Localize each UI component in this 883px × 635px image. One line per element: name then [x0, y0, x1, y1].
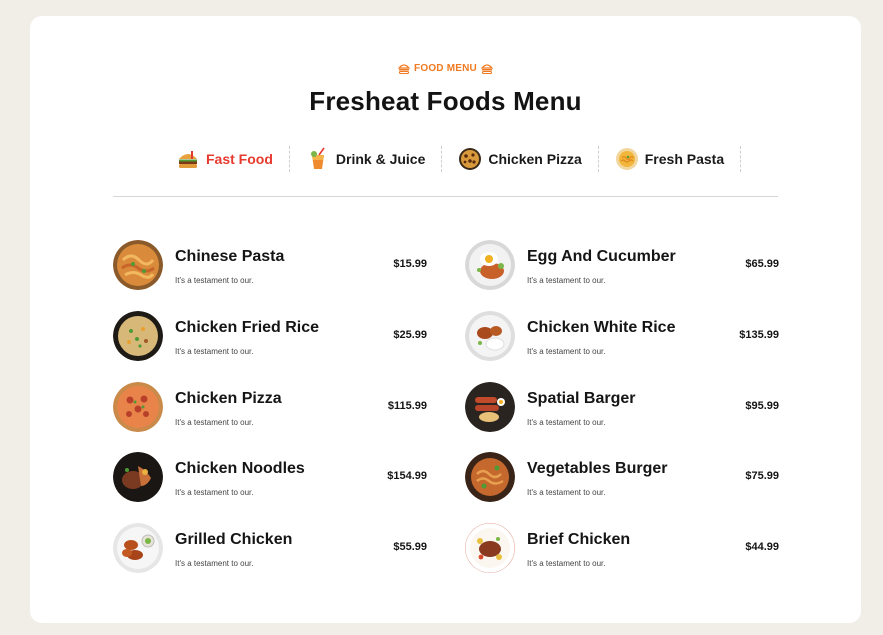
dish-description: It's a testament to our. [175, 488, 254, 498]
menu-card: FOOD MENU Fresheat Foods Menu Fast Food [30, 16, 861, 623]
divider [113, 196, 778, 197]
dish-name: Chicken Pizza [175, 389, 282, 407]
dish-price: $115.99 [387, 399, 427, 412]
dish-description: It's a testament to our. [527, 488, 606, 498]
dish-image [465, 381, 515, 432]
dish-description: It's a testament to our. [175, 559, 254, 568]
dish-name: Chicken Noodles [175, 460, 305, 478]
dish-name: Grilled Chicken [175, 531, 293, 548]
burger-icon [179, 151, 197, 168]
tab-label: Drink & Juice [335, 151, 426, 167]
tab-fast-food[interactable]: Fast Food [160, 144, 289, 174]
menu-item[interactable]: Chinese Pasta It's a testament to our. $… [113, 240, 427, 292]
menu-column-left: Chinese Pasta It's a testament to our. $… [113, 240, 427, 594]
dish-image [465, 310, 515, 361]
juice-icon [310, 147, 325, 169]
dish-price: $44.99 [745, 541, 779, 553]
dish-image [113, 381, 163, 432]
dish-description: It's a testament to our. [527, 417, 606, 427]
menu-column-right: Egg And Cucumber It's a testament to our… [465, 240, 779, 594]
menu-item[interactable]: Chicken Pizza It's a testament to our. $… [113, 381, 427, 434]
tab-label: Fast Food [206, 151, 273, 167]
dish-image [113, 523, 163, 573]
dish-name: Chicken Fried Rice [175, 318, 320, 336]
pizza-icon [459, 148, 482, 170]
dish-name: Brief Chicken [527, 531, 631, 548]
dish-image [113, 452, 163, 503]
menu-item[interactable]: Chicken Noodles It's a testament to our.… [113, 452, 427, 504]
dish-image [113, 310, 163, 361]
menu-item[interactable]: Chicken White Rice It's a testament to o… [465, 310, 779, 363]
dish-description: It's a testament to our. [527, 346, 606, 356]
dish-price: $75.99 [745, 470, 779, 483]
dish-price: $55.99 [393, 541, 427, 553]
tab-label: Chicken Pizza [488, 151, 582, 167]
pasta-icon [615, 148, 638, 170]
tab-chicken-pizza[interactable]: Chicken Pizza [442, 144, 597, 174]
eyebrow-text: FOOD MENU [414, 63, 477, 74]
tab-label: Fresh Pasta [644, 151, 725, 167]
dish-name: Spatial Barger [527, 389, 636, 407]
menu-item[interactable]: Spatial Barger It's a testament to our. … [465, 381, 779, 434]
tab-separator [740, 146, 742, 172]
dish-price: $15.99 [393, 258, 427, 270]
dish-price: $95.99 [745, 399, 779, 412]
menu-item[interactable]: Vegetables Burger It's a testament to ou… [465, 452, 779, 504]
dish-name: Vegetables Burger [527, 460, 668, 478]
menu-item[interactable]: Egg And Cucumber It's a testament to our… [465, 240, 779, 292]
dish-name: Chinese Pasta [175, 248, 285, 265]
menu-item[interactable]: Brief Chicken It's a testament to our. $… [465, 523, 779, 575]
category-tabs: Fast Food Drink & Juice Chicken Pizza Fr… [160, 144, 742, 174]
menu-item[interactable]: Grilled Chicken It's a testament to our.… [113, 523, 427, 575]
dish-name: Egg And Cucumber [527, 248, 676, 265]
dish-price: $65.99 [745, 258, 779, 270]
dish-image [113, 240, 163, 290]
dish-name: Chicken White Rice [527, 318, 676, 336]
dish-price: $154.99 [387, 470, 427, 483]
dish-price: $25.99 [393, 328, 427, 341]
dish-description: It's a testament to our. [527, 559, 606, 568]
tab-fresh-pasta[interactable]: Fresh Pasta [599, 144, 740, 174]
dish-description: It's a testament to our. [175, 417, 254, 427]
dish-description: It's a testament to our. [527, 276, 606, 285]
dish-image [465, 452, 515, 503]
dish-image [465, 523, 515, 573]
menu-item[interactable]: Chicken Fried Rice It's a testament to o… [113, 310, 427, 363]
burger-icon [480, 64, 493, 74]
page-title: Fresheat Foods Menu [309, 86, 582, 116]
section-eyebrow: FOOD MENU [30, 63, 861, 74]
dish-image [465, 240, 515, 290]
dish-price: $135.99 [739, 328, 779, 341]
dish-description: It's a testament to our. [175, 276, 254, 285]
dish-description: It's a testament to our. [175, 346, 254, 356]
tab-drink-juice[interactable]: Drink & Juice [290, 144, 441, 174]
burger-icon [398, 64, 411, 74]
